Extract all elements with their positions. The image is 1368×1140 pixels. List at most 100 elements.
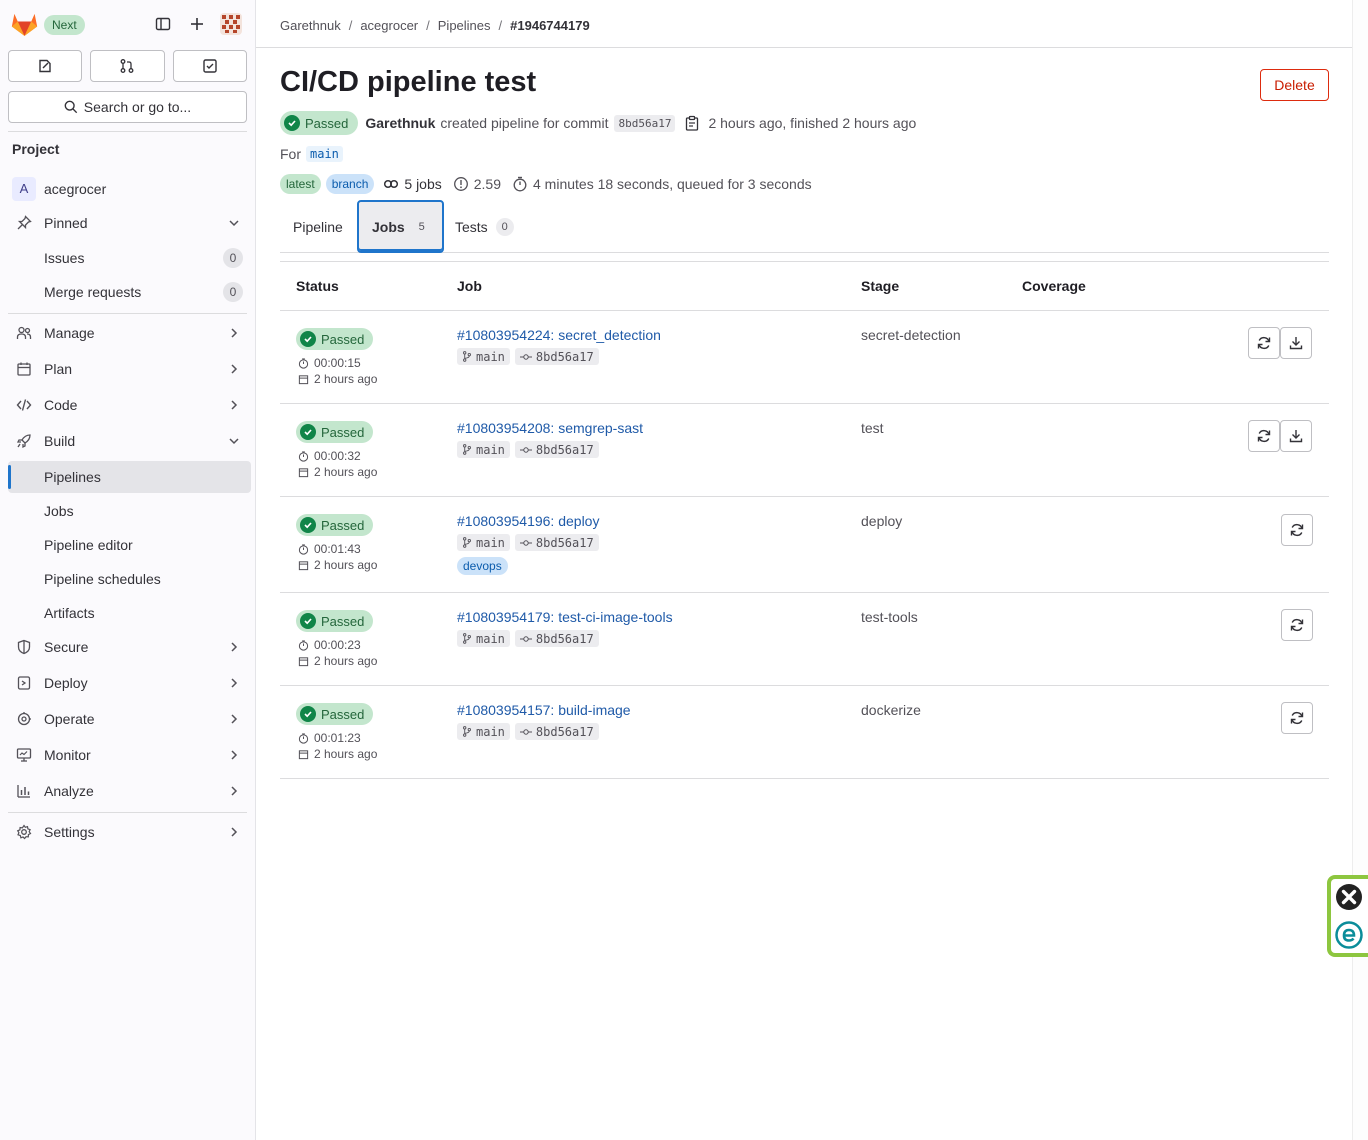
status-label: Passed [321,706,365,722]
job-link[interactable]: #10803954179: test-ci-image-tools [457,609,673,625]
user-avatar[interactable] [220,13,242,35]
job-commit-chip[interactable]: 8bd56a17 [514,441,599,458]
job-commit-chip[interactable]: 8bd56a17 [514,630,599,647]
job-stage: deploy [861,513,903,529]
sidebar-item-jobs[interactable]: Jobs [8,495,251,527]
gitlab-logo-icon[interactable] [11,11,38,37]
sidebar-item-pipeline-editor[interactable]: Pipeline editor [8,529,251,561]
sidebar-item-label: Plan [44,361,73,377]
commit-sha[interactable]: 8bd56a17 [614,114,676,132]
breadcrumb-item-project[interactable]: acegrocer [360,18,418,33]
sidebar-item-monitor[interactable]: Monitor [8,739,251,771]
job-branch-chip[interactable]: main [457,534,510,551]
sidebar-item-label: Secure [44,639,89,655]
job-link[interactable]: #10803954224: secret_detection [457,327,661,343]
job-branch-chip[interactable]: main [457,630,510,647]
sidebar-item-label: Issues [44,250,85,266]
sidebar-item-secure[interactable]: Secure [8,631,251,663]
todo-list-button[interactable] [172,50,247,82]
tab-pipeline[interactable]: Pipeline [280,200,356,253]
job-status-badge[interactable]: Passed [296,610,374,632]
retry-button[interactable] [1281,609,1313,641]
job-tag-badge: devops [457,557,508,575]
main-content: Garethnuk / acegrocer / Pipelines / #194… [256,0,1352,1140]
pipeline-jobs-icon [383,177,399,191]
pipeline-author[interactable]: Garethnuk [365,115,435,131]
status-badge[interactable]: Passed [280,111,359,135]
job-branch-chip[interactable]: main [457,348,510,365]
sidebar-item-manage[interactable]: Manage [8,317,251,349]
download-artifacts-button[interactable] [1280,327,1312,359]
sidebar-divider [8,313,247,314]
chevron-right-icon [231,678,238,688]
tab-jobs[interactable]: Jobs 5 [357,200,444,253]
job-status-badge[interactable]: Passed [296,328,374,350]
job-status-badge[interactable]: Passed [296,703,374,725]
sidebar-item-issues[interactable]: Issues 0 [8,242,251,274]
page-scrollbar[interactable] [1352,0,1368,1140]
check-circle-icon [300,517,316,533]
for-label: For [280,146,301,162]
sidebar-item-project[interactable]: acegrocer [8,173,251,205]
sidebar-item-artifacts[interactable]: Artifacts [8,597,251,629]
breadcrumb-item-current[interactable]: #1946744179 [510,18,590,33]
download-artifacts-button[interactable] [1280,420,1312,452]
sidebar-item-label: Deploy [44,675,88,691]
branch-badge[interactable]: branch [325,174,375,194]
job-status-badge[interactable]: Passed [296,514,374,536]
retry-button[interactable] [1281,702,1313,734]
chevron-right-icon [231,827,238,837]
job-branch-chip[interactable]: main [457,723,510,740]
next-badge[interactable]: Next [44,15,85,35]
column-header-job: Job [457,278,482,294]
breadcrumb-item-pipelines[interactable]: Pipelines [438,18,491,33]
sidebar-item-settings[interactable]: Settings [8,816,251,848]
merge-requests-button[interactable] [90,50,165,82]
retry-button[interactable] [1248,327,1280,359]
timer-icon [298,639,309,651]
sidebar-item-pipelines[interactable]: Pipelines [8,461,251,493]
job-commit-chip[interactable]: 8bd56a17 [514,723,599,740]
delete-button[interactable]: Delete [1260,69,1329,101]
job-link[interactable]: #10803954208: semgrep-sast [457,420,643,436]
eset-logo-icon[interactable] [1335,921,1363,949]
toggle-sidebar-icon[interactable] [153,14,173,34]
retry-button[interactable] [1248,420,1280,452]
sidebar-item-merge-requests[interactable]: Merge requests 0 [8,276,251,308]
chevron-right-icon [231,786,238,796]
copy-clipboard-icon[interactable] [685,115,699,131]
retry-button[interactable] [1281,514,1313,546]
sidebar-item-plan[interactable]: Plan [8,353,251,385]
branch-name[interactable]: main [306,146,343,162]
breadcrumb-item-owner[interactable]: Garethnuk [280,18,341,33]
tab-tests[interactable]: Tests 0 [444,200,525,253]
timer-icon [298,357,309,369]
job-refs: main 8bd56a17 [457,630,599,647]
sidebar-item-deploy[interactable]: Deploy [8,667,251,699]
sidebar-item-analyze[interactable]: Analyze [8,775,251,807]
job-status-badge[interactable]: Passed [296,421,374,443]
sidebar-item-label: Code [44,397,78,413]
create-new-icon[interactable] [187,14,207,34]
job-finished-value: 2 hours ago [314,654,378,668]
sidebar-item-build[interactable]: Build [8,425,251,457]
job-link[interactable]: #10803954196: deploy [457,513,599,529]
job-commit-chip[interactable]: 8bd56a17 [514,348,599,365]
sidebar-item-code[interactable]: Code [8,389,251,421]
latest-badge[interactable]: latest [280,174,321,194]
job-branch-chip[interactable]: main [457,441,510,458]
sidebar-item-pipeline-schedules[interactable]: Pipeline schedules [8,563,251,595]
job-commit-chip[interactable]: 8bd56a17 [514,534,599,551]
job-finished-value: 2 hours ago [314,372,378,386]
search-button[interactable]: Search or go to... [8,91,247,123]
sidebar-item-operate[interactable]: Operate [8,703,251,735]
job-duration-value: 00:00:15 [314,356,361,370]
assigned-issues-button[interactable] [8,50,83,82]
job-link[interactable]: #10803954157: build-image [457,702,631,718]
retry-icon [1290,711,1304,725]
chevron-right-icon [231,714,238,724]
code-icon [16,397,32,413]
sidebar-item-pinned[interactable]: Pinned [8,207,251,239]
close-icon[interactable] [1335,883,1363,911]
chevron-down-icon [229,438,239,445]
